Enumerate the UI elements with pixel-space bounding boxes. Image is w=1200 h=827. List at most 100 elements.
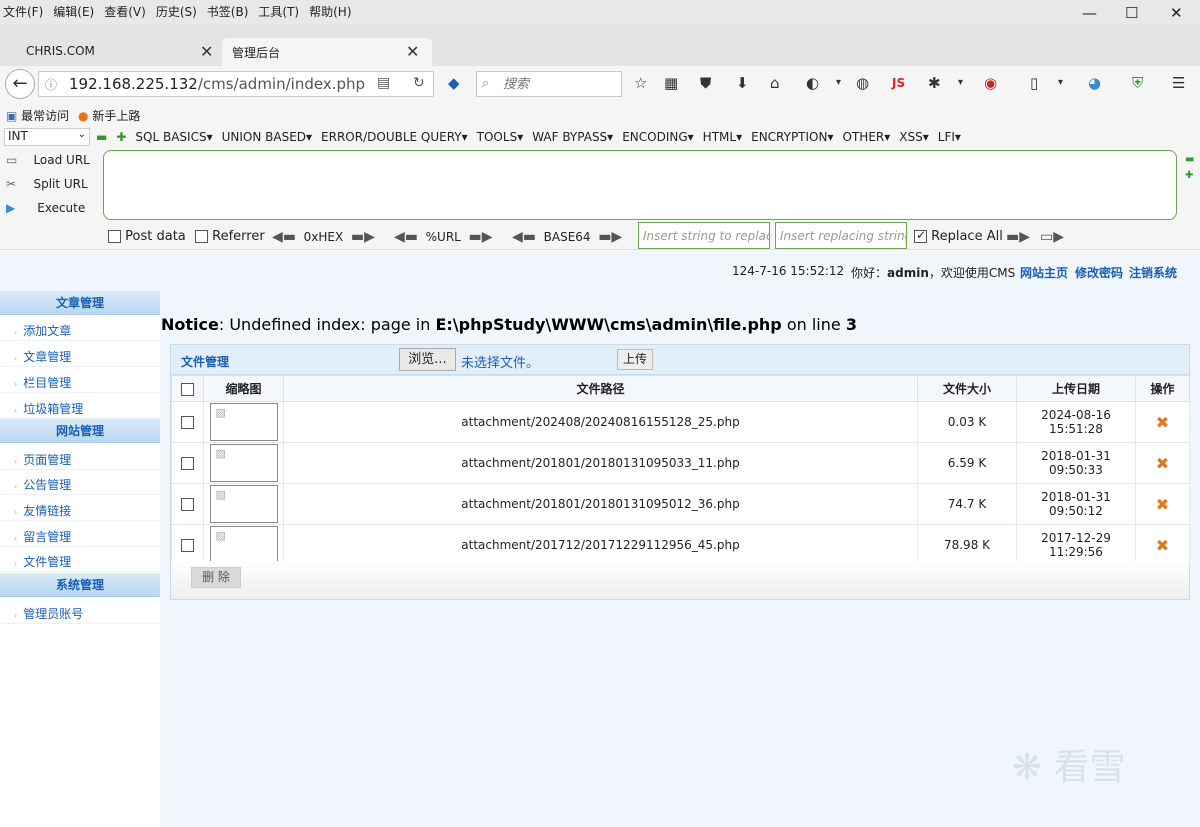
sidebar-item-notice-manage[interactable]: › 公告管理 [0, 470, 160, 495]
thumbnail-image[interactable]: ▨ [209, 485, 278, 523]
replacing-string-input[interactable]: Insert replacing string [775, 222, 907, 249]
hex-encode-button[interactable]: ◀▬ 0xHEX ▬▶ [272, 229, 375, 245]
tab-close-icon[interactable]: ✕ [406, 42, 419, 61]
base64-encode-button[interactable]: ◀▬ BASE64 ▬▶ [512, 229, 622, 245]
info-icon[interactable]: ⓘ [45, 76, 57, 93]
minus-icon[interactable]: ▬ [96, 130, 107, 144]
menu-edit[interactable]: 编辑(E) [53, 3, 94, 20]
menu-waf-bypass[interactable]: WAF BYPASS▾ [532, 130, 613, 144]
menu-error-double-query[interactable]: ERROR/DOUBLE QUERY▾ [321, 130, 468, 144]
replace-back-button[interactable]: ▭▶ [1040, 229, 1064, 245]
search-input[interactable] [501, 75, 617, 93]
sidebar-item-page-manage[interactable]: › 页面管理 [0, 445, 160, 470]
select-all-checkbox[interactable] [181, 382, 194, 396]
sidebar-item-message-manage[interactable]: › 留言管理 [0, 522, 160, 547]
delete-x-icon[interactable]: ✖ [1156, 536, 1169, 555]
replace-string-input[interactable]: Insert string to replace [638, 222, 770, 249]
row-checkbox[interactable] [181, 539, 194, 552]
shield-icon[interactable]: ⛨ [1132, 74, 1143, 92]
replace-all-checkbox[interactable] [914, 228, 927, 243]
load-url-button[interactable]: ▭ Load URL [6, 153, 90, 167]
close-window-button[interactable]: ✕ [1170, 4, 1183, 22]
reading-list-icon[interactable]: ▦ [664, 74, 678, 92]
replace-forward-button[interactable]: ▬▶ [1006, 229, 1030, 245]
dropdown-icon[interactable]: ▾ [1058, 77, 1063, 88]
sidebar-section-system[interactable]: 系统管理 [0, 573, 160, 597]
sidebar-item-article-manage[interactable]: › 文章管理 [0, 342, 160, 367]
palette-icon[interactable]: ◐ [806, 74, 819, 92]
sidebar-item-file-manage[interactable]: › 文件管理 [0, 547, 160, 572]
post-data-option[interactable]: Post data [108, 229, 186, 244]
thumbnail-image[interactable]: ▨ [209, 403, 278, 441]
sidebar-item-column-manage[interactable]: › 栏目管理 [0, 368, 160, 393]
globe-icon[interactable]: ◍ [856, 74, 869, 92]
tab-admin[interactable]: 管理后台 ✕ [222, 38, 432, 66]
pocket-icon[interactable]: ⛊ [700, 74, 711, 92]
hackbar-toggle-icon[interactable]: ◉ [984, 74, 997, 92]
sidebar-item-friend-links[interactable]: › 友情链接 [0, 496, 160, 521]
execute-button[interactable]: ▶ Execute [6, 201, 85, 215]
post-data-checkbox[interactable] [108, 230, 121, 243]
device-icon[interactable]: ▯ [1030, 74, 1038, 92]
sidebar-item-add-article[interactable]: › 添加文章 [0, 316, 160, 341]
thumbnail-image[interactable]: ▨ [209, 444, 278, 482]
menu-encryption[interactable]: ENCRYPTION▾ [751, 130, 833, 144]
menu-bookmarks[interactable]: 书签(B) [207, 3, 249, 20]
dropdown-icon[interactable]: ▾ [836, 77, 841, 88]
replace-all-option[interactable]: Replace All [914, 228, 1003, 244]
change-password-link[interactable]: 修改密码 [1075, 264, 1123, 281]
js-icon[interactable]: JS [892, 76, 905, 90]
hackbar-url-textarea[interactable] [103, 150, 1177, 220]
delete-x-icon[interactable]: ✖ [1156, 454, 1169, 473]
delete-x-icon[interactable]: ✖ [1156, 495, 1169, 514]
bug-icon[interactable]: ✱ [928, 74, 941, 92]
bookmark-getting-started[interactable]: ● 新手上路 [78, 107, 140, 124]
thumbnail-image[interactable]: ▨ [209, 526, 278, 564]
delete-x-icon[interactable]: ✖ [1156, 413, 1169, 432]
color-picker-icon[interactable]: ◕ [1088, 74, 1101, 92]
referrer-option[interactable]: Referrer [195, 229, 265, 244]
bookmark-star-icon[interactable]: ☆ [634, 74, 647, 92]
menu-tools[interactable]: TOOLS▾ [477, 130, 524, 144]
split-url-button[interactable]: ✂ Split URL [6, 177, 88, 191]
sidebar-item-trash-manage[interactable]: › 垃圾箱管理 [0, 394, 160, 419]
tab-close-icon[interactable]: ✕ [200, 42, 213, 61]
browse-button[interactable]: 浏览... [399, 348, 456, 371]
menu-sql-basics[interactable]: SQL BASICS▾ [135, 130, 212, 144]
menu-union-based[interactable]: UNION BASED▾ [222, 130, 312, 144]
row-checkbox[interactable] [181, 416, 194, 429]
hackbar-type-select[interactable]: INT ⌄ [4, 128, 90, 146]
addon-icon[interactable]: ◆ [448, 74, 460, 92]
url-encode-button[interactable]: ◀▬ %URL ▬▶ [394, 229, 493, 245]
url-bar[interactable]: ⓘ 192.168.225.132/cms/admin/index.php ▤ … [38, 71, 434, 97]
row-checkbox[interactable] [181, 457, 194, 470]
menu-view[interactable]: 查看(V) [104, 3, 146, 20]
row-checkbox[interactable] [181, 498, 194, 511]
sidebar-item-admin-accounts[interactable]: › 管理员账号 [0, 599, 160, 624]
menu-history[interactable]: 历史(S) [156, 3, 197, 20]
upload-button[interactable]: 上传 [617, 349, 653, 370]
home-icon[interactable]: ⌂ [770, 74, 780, 92]
plus-icon[interactable]: ✚ [116, 130, 126, 144]
expand-icon[interactable]: ▬ [1185, 154, 1194, 165]
menu-encoding[interactable]: ENCODING▾ [622, 130, 693, 144]
menu-other[interactable]: OTHER▾ [843, 130, 891, 144]
hamburger-menu-icon[interactable]: ☰ [1172, 74, 1185, 92]
menu-file[interactable]: 文件(F) [3, 3, 43, 20]
menu-tools[interactable]: 工具(T) [258, 3, 299, 20]
sidebar-section-articles[interactable]: 文章管理 [0, 291, 160, 315]
maximize-button[interactable]: ☐ [1125, 4, 1138, 22]
add-icon[interactable]: ✚ [1185, 170, 1193, 181]
logout-link[interactable]: 注销系统 [1129, 264, 1177, 281]
minimize-button[interactable]: — [1082, 4, 1097, 22]
site-home-link[interactable]: 网站主页 [1020, 264, 1068, 281]
download-icon[interactable]: ⬇ [736, 74, 749, 92]
page-action-icon[interactable]: ▤ [377, 75, 390, 91]
bookmark-most-visited[interactable]: ▣ 最常访问 [6, 107, 69, 124]
sidebar-section-website[interactable]: 网站管理 [0, 419, 160, 443]
search-box[interactable]: ⌕ [476, 71, 622, 97]
menu-xss[interactable]: XSS▾ [899, 130, 929, 144]
tab-chris[interactable]: CHRIS.COM ✕ [0, 38, 222, 66]
dropdown-icon[interactable]: ▾ [958, 77, 963, 88]
delete-button[interactable]: 删 除 [191, 567, 241, 588]
